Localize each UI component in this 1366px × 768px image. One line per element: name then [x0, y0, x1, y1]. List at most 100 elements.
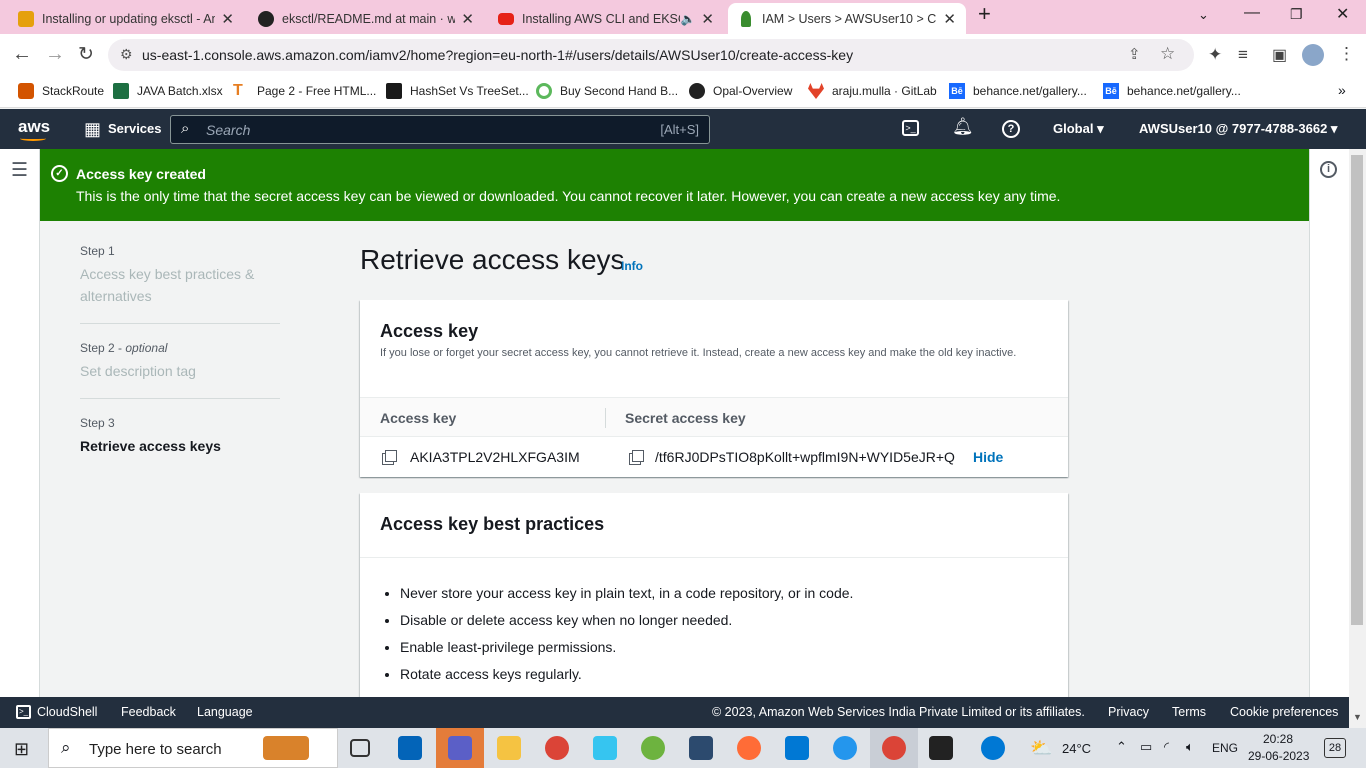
scrollbar-thumb[interactable]: [1351, 155, 1363, 625]
restore-icon[interactable]: ❐: [1290, 6, 1303, 23]
step-1-label[interactable]: Access key best practices & alternatives: [80, 263, 280, 307]
bookmark-item[interactable]: Opal-Overview: [689, 83, 792, 99]
services-menu[interactable]: Services: [108, 121, 162, 136]
bookmark-item[interactable]: StackRoute: [18, 83, 104, 99]
language-indicator[interactable]: ENG: [1212, 741, 1238, 755]
task-view-icon[interactable]: [350, 739, 370, 757]
slack-icon[interactable]: [593, 736, 617, 760]
search-shortcut: [Alt+S]: [660, 122, 699, 137]
close-tab-icon[interactable]: ✕: [461, 10, 474, 28]
cloudshell-icon[interactable]: >_: [902, 120, 919, 136]
services-grid-icon[interactable]: ▦: [84, 120, 101, 138]
minimize-icon[interactable]: —: [1244, 4, 1260, 22]
cookie-preferences-link[interactable]: Cookie preferences: [1230, 705, 1338, 719]
briefcase-icon: [263, 736, 309, 760]
tab-title: Installing or updating eksctl - Am: [42, 11, 216, 26]
hamburger-menu-icon[interactable]: ☰: [11, 159, 28, 182]
reload-icon[interactable]: ↻: [78, 43, 94, 66]
forward-icon[interactable]: →: [45, 43, 65, 66]
close-tab-icon[interactable]: ✕: [221, 10, 234, 28]
outlook-icon[interactable]: [398, 736, 422, 760]
step-2-label[interactable]: Set description tag: [80, 360, 280, 382]
gitlab-icon: [808, 83, 824, 99]
bookmark-item[interactable]: JAVA Batch.xlsx: [113, 83, 223, 99]
scroll-down-arrow-icon[interactable]: ▼: [1353, 712, 1362, 722]
privacy-link[interactable]: Privacy: [1108, 705, 1149, 719]
battery-icon[interactable]: ▭: [1140, 739, 1152, 755]
menu-icon[interactable]: ⋮: [1338, 44, 1355, 64]
browser-tab[interactable]: Installing or updating eksctl - Am ✕: [8, 3, 244, 34]
mysql-workbench-icon[interactable]: [689, 736, 713, 760]
postman-icon[interactable]: [737, 736, 761, 760]
bookmark-item[interactable]: Buy Second Hand B...: [536, 83, 678, 99]
file-explorer-icon[interactable]: [497, 736, 521, 760]
wifi-icon[interactable]: ◜: [1164, 739, 1169, 755]
weather-cloud-icon[interactable]: ⛅: [1030, 738, 1052, 759]
console-search-input[interactable]: ⌕ Search [Alt+S]: [170, 115, 710, 144]
notifications-bell-icon[interactable]: 🔔︎: [952, 117, 974, 137]
info-link[interactable]: Info: [621, 259, 643, 273]
bookmark-item[interactable]: araju.mulla · GitLab: [808, 83, 937, 99]
audio-playing-icon[interactable]: 🔈: [680, 12, 695, 26]
cloudshell-footer-icon[interactable]: >_: [16, 705, 31, 719]
col-divider: [605, 408, 606, 428]
vscode-icon[interactable]: [785, 736, 809, 760]
back-icon[interactable]: ←: [12, 43, 32, 66]
teams-active-tab[interactable]: [436, 728, 484, 768]
aws-logo[interactable]: aws: [18, 117, 50, 137]
terminal-icon[interactable]: [929, 736, 953, 760]
bookmark-item[interactable]: T Page 2 - Free HTML...: [233, 83, 376, 99]
browser-tab[interactable]: Installing AWS CLI and EKSCT 🔈 ✕: [488, 3, 724, 34]
clock-date[interactable]: 29-06-2023: [1248, 749, 1309, 763]
cloudshell-link[interactable]: CloudShell: [37, 705, 97, 719]
terms-link[interactable]: Terms: [1172, 705, 1206, 719]
account-menu[interactable]: AWSUser10 @ 7977-4788-3662 ▾: [1139, 121, 1337, 137]
spring-tools-icon[interactable]: [641, 736, 665, 760]
chrome-icon[interactable]: [545, 736, 569, 760]
docker-icon[interactable]: [833, 736, 857, 760]
new-tab-icon[interactable]: +: [978, 1, 991, 27]
close-tab-icon[interactable]: ✕: [701, 10, 714, 28]
copy-access-key-icon[interactable]: [385, 450, 397, 462]
step-divider: [80, 398, 280, 399]
feedback-link[interactable]: Feedback: [121, 705, 176, 719]
close-window-icon[interactable]: ✕: [1336, 4, 1349, 24]
browser-tab-active[interactable]: IAM > Users > AWSUser10 > Cre ✕: [728, 3, 966, 34]
profile-avatar[interactable]: [1302, 44, 1324, 66]
bookmark-item[interactable]: HashSet Vs TreeSet...: [386, 83, 529, 99]
notifications-badge[interactable]: 28: [1324, 738, 1346, 758]
bookmark-item[interactable]: Bē behance.net/gallery...: [949, 83, 1087, 99]
windows-start-icon[interactable]: ⊞: [14, 739, 29, 760]
close-tab-icon[interactable]: ✕: [943, 10, 956, 28]
help-icon[interactable]: ?: [1002, 120, 1020, 138]
region-selector[interactable]: Global ▾: [1053, 121, 1104, 137]
reading-list-icon[interactable]: ≡: [1238, 45, 1248, 65]
language-link[interactable]: Language: [197, 705, 253, 719]
chrome-active-tab[interactable]: [870, 728, 918, 768]
page-scrollbar[interactable]: ▼: [1349, 149, 1366, 728]
browser-tab[interactable]: eksctl/README.md at main · wea ✕: [248, 3, 484, 34]
bookmark-star-icon[interactable]: ☆: [1160, 44, 1175, 64]
tray-chevron-icon[interactable]: ⌃: [1116, 739, 1127, 755]
side-panel-icon[interactable]: ▣: [1272, 45, 1287, 65]
address-bar[interactable]: ⚙ us-east-1.console.aws.amazon.com/iamv2…: [108, 39, 1194, 71]
volume-icon[interactable]: 🔈︎: [1186, 739, 1194, 755]
taskbar-search-placeholder: Type here to search: [89, 741, 222, 758]
step-3-number: Step 3: [80, 416, 115, 430]
clock-time[interactable]: 20:28: [1263, 732, 1293, 746]
more-bookmarks-icon[interactable]: »: [1338, 82, 1346, 98]
share-icon[interactable]: ⇪: [1128, 45, 1141, 63]
copyright-text: © 2023, Amazon Web Services India Privat…: [712, 705, 1085, 719]
info-panel-icon[interactable]: i: [1320, 161, 1337, 178]
site-info-icon[interactable]: ⚙: [120, 46, 133, 63]
copy-secret-key-icon[interactable]: [632, 450, 644, 462]
hide-secret-link[interactable]: Hide: [973, 449, 1003, 465]
taskbar-search-box[interactable]: ⌕ Type here to search: [48, 728, 338, 768]
url-text[interactable]: us-east-1.console.aws.amazon.com/iamv2/h…: [142, 47, 853, 63]
bookmark-item[interactable]: Bē behance.net/gallery...: [1103, 83, 1241, 99]
extensions-icon[interactable]: ✦: [1208, 45, 1222, 65]
tab-search-icon[interactable]: ⌄: [1198, 7, 1209, 23]
help-app-icon[interactable]: [981, 736, 1005, 760]
caret-down-icon: ▾: [1330, 121, 1338, 136]
weather-temp[interactable]: 24°C: [1062, 741, 1091, 756]
